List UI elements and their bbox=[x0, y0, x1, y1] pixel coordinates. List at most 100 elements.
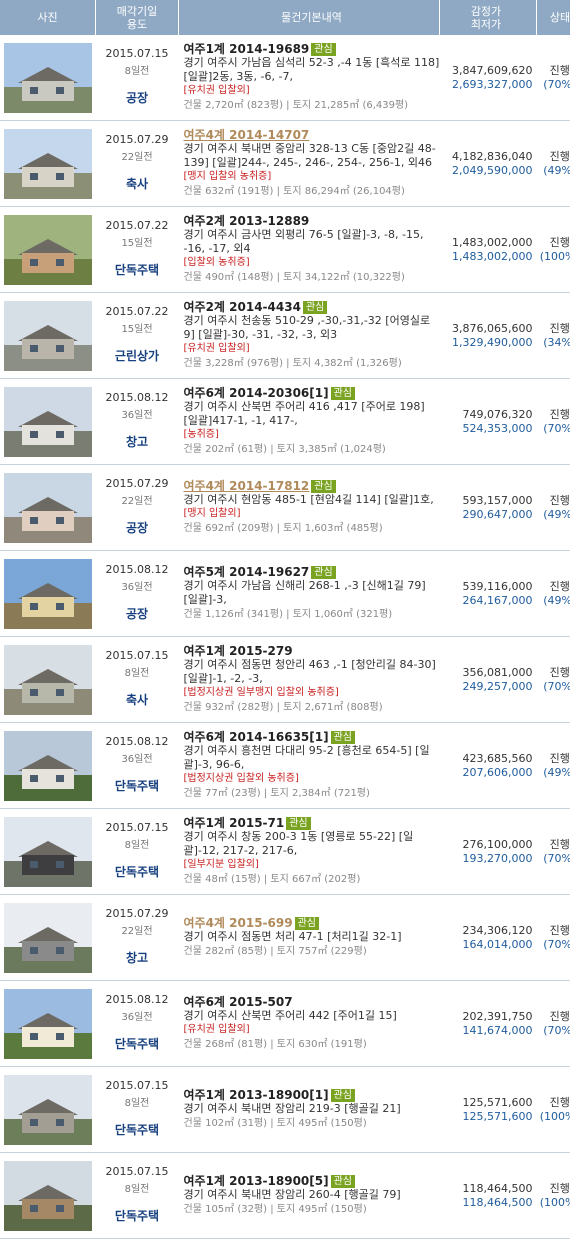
interest-badge[interactable]: 관심 bbox=[295, 917, 319, 930]
case-number-link[interactable]: 여주6계 2014-16635[1] bbox=[184, 730, 329, 744]
listing-row[interactable]: 2015.07.2922일전공장여주4계 2014-17812관심경기 여주시 … bbox=[0, 465, 570, 551]
interest-badge[interactable]: 관심 bbox=[331, 387, 355, 400]
property-photo[interactable] bbox=[4, 215, 92, 285]
photo-cell bbox=[0, 465, 96, 551]
case-number-link[interactable]: 여주1계 2013-18900[5] bbox=[184, 1174, 329, 1188]
minimum-price: 164,014,000 bbox=[440, 938, 533, 952]
info-cell: 여주2계 2013-12889경기 여주시 금사면 외평리 76-5 [일괄]-… bbox=[179, 207, 440, 293]
property-use: 근린상가 bbox=[96, 347, 179, 364]
case-number-link[interactable]: 여주1계 2014-19689 bbox=[184, 42, 310, 56]
status-label: 진행 bbox=[537, 1096, 570, 1110]
case-number-link[interactable]: 여주1계 2015-71 bbox=[184, 816, 285, 830]
listing-row[interactable]: 2015.08.1236일전공장여주5계 2014-19627관심경기 여주시 … bbox=[0, 551, 570, 637]
sale-date: 2015.07.29 bbox=[96, 907, 179, 920]
case-number-link[interactable]: 여주4계 2014-17812 bbox=[184, 479, 310, 493]
property-photo[interactable] bbox=[4, 989, 92, 1059]
status-label: 진행 bbox=[537, 666, 570, 680]
listing-row[interactable]: 2015.08.1236일전창고여주6계 2014-20306[1]관심경기 여… bbox=[0, 379, 570, 465]
sale-date: 2015.08.12 bbox=[96, 391, 179, 404]
minimum-price: 1,483,002,000 bbox=[440, 250, 533, 264]
case-number-link[interactable]: 여주6계 2014-20306[1] bbox=[184, 386, 329, 400]
property-photo[interactable] bbox=[4, 817, 92, 887]
price-cell: 118,464,500118,464,500 bbox=[440, 1153, 537, 1239]
days-remaining: 36일전 bbox=[96, 750, 179, 765]
sale-date: 2015.07.15 bbox=[96, 649, 179, 662]
listing-row[interactable]: 2015.07.2215일전단독주택여주2계 2013-12889경기 여주시 … bbox=[0, 207, 570, 293]
status-label: 진행 bbox=[537, 494, 570, 508]
date-cell: 2015.07.158일전단독주택 bbox=[96, 1153, 179, 1239]
property-photo[interactable] bbox=[4, 731, 92, 801]
property-photo[interactable] bbox=[4, 645, 92, 715]
interest-badge[interactable]: 관심 bbox=[311, 480, 335, 493]
special-notes: [법정지상권 입찰외 농취증] bbox=[184, 772, 440, 786]
appraisal-price: 234,306,120 bbox=[440, 924, 533, 938]
header-status: 상태 bbox=[537, 0, 570, 35]
property-photo[interactable] bbox=[4, 1075, 92, 1145]
listing-row[interactable]: 2015.07.158일전축사여주1계 2015-279경기 여주시 점동면 청… bbox=[0, 637, 570, 723]
price-cell: 276,100,000193,270,000 bbox=[440, 809, 537, 895]
appraisal-price: 539,116,000 bbox=[440, 580, 533, 594]
days-remaining: 8일전 bbox=[96, 1094, 179, 1109]
property-photo[interactable] bbox=[4, 559, 92, 629]
status-cell: 진행(49%) bbox=[537, 723, 570, 809]
property-photo[interactable] bbox=[4, 301, 92, 371]
info-cell: 여주6계 2015-507경기 여주시 산북면 주어리 442 [주어1길 15… bbox=[179, 981, 440, 1067]
property-photo[interactable] bbox=[4, 387, 92, 457]
case-number-link[interactable]: 여주5계 2014-19627 bbox=[184, 565, 310, 579]
property-photo[interactable] bbox=[4, 1161, 92, 1231]
case-number-link[interactable]: 여주1계 2015-279 bbox=[184, 644, 293, 658]
case-number-link[interactable]: 여주2계 2014-4434 bbox=[184, 300, 301, 314]
property-photo[interactable] bbox=[4, 43, 92, 113]
minimum-price: 264,167,000 bbox=[440, 594, 533, 608]
info-cell: 여주1계 2014-19689관심경기 여주시 가남읍 심석리 52-3 ,-4… bbox=[179, 35, 440, 121]
date-cell: 2015.08.1236일전창고 bbox=[96, 379, 179, 465]
interest-badge[interactable]: 관심 bbox=[303, 301, 327, 314]
listing-row[interactable]: 2015.08.1236일전단독주택여주6계 2015-507경기 여주시 산북… bbox=[0, 981, 570, 1067]
area-summary: 건물 268㎡ (81평) | 토지 630㎡ (191평) bbox=[184, 1037, 440, 1052]
price-ratio: (70%) bbox=[537, 78, 570, 92]
listing-row[interactable]: 2015.07.158일전단독주택여주1계 2013-18900[1]관심경기 … bbox=[0, 1067, 570, 1153]
price-ratio: (100%) bbox=[537, 250, 570, 264]
listing-row[interactable]: 2015.07.2922일전창고여주4계 2015-699관심경기 여주시 점동… bbox=[0, 895, 570, 981]
info-cell: 여주1계 2013-18900[5]관심경기 여주시 북내면 장암리 260-4… bbox=[179, 1153, 440, 1239]
minimum-price: 207,606,000 bbox=[440, 766, 533, 780]
status-label: 진행 bbox=[537, 1182, 570, 1196]
case-number-link[interactable]: 여주4계 2015-699 bbox=[184, 916, 293, 930]
interest-badge[interactable]: 관심 bbox=[311, 43, 335, 56]
date-cell: 2015.07.158일전공장 bbox=[96, 35, 179, 121]
case-number-link[interactable]: 여주6계 2015-507 bbox=[184, 995, 293, 1009]
listing-row[interactable]: 2015.07.2922일전축사여주4계 2014-14707경기 여주시 북내… bbox=[0, 121, 570, 207]
property-photo[interactable] bbox=[4, 473, 92, 543]
interest-badge[interactable]: 관심 bbox=[331, 1089, 355, 1102]
header-price[interactable]: 감정가최저가 bbox=[440, 0, 537, 35]
listing-row[interactable]: 2015.07.158일전단독주택여주1계 2015-71관심경기 여주시 창동… bbox=[0, 809, 570, 895]
property-use: 공장 bbox=[96, 519, 179, 536]
interest-badge[interactable]: 관심 bbox=[311, 566, 335, 579]
sale-date: 2015.07.29 bbox=[96, 133, 179, 146]
status-cell: 진행(70%) bbox=[537, 637, 570, 723]
photo-cell bbox=[0, 723, 96, 809]
property-photo[interactable] bbox=[4, 129, 92, 199]
property-use: 창고 bbox=[96, 949, 179, 966]
property-photo[interactable] bbox=[4, 903, 92, 973]
header-photo: 사진 bbox=[0, 0, 96, 35]
sale-date: 2015.07.15 bbox=[96, 821, 179, 834]
interest-badge[interactable]: 관심 bbox=[286, 817, 310, 830]
listing-row[interactable]: 2015.07.158일전단독주택여주1계 2013-18900[5]관심경기 … bbox=[0, 1153, 570, 1239]
status-label: 진행 bbox=[537, 150, 570, 164]
case-number-link[interactable]: 여주1계 2013-18900[1] bbox=[184, 1088, 329, 1102]
listing-row[interactable]: 2015.07.158일전공장여주1계 2014-19689관심경기 여주시 가… bbox=[0, 35, 570, 121]
listing-row[interactable]: 2015.08.1236일전단독주택여주6계 2014-16635[1]관심경기… bbox=[0, 723, 570, 809]
interest-badge[interactable]: 관심 bbox=[331, 1175, 355, 1188]
area-summary: 건물 77㎡ (23평) | 토지 2,384㎡ (721평) bbox=[184, 786, 440, 801]
case-number-link[interactable]: 여주4계 2014-14707 bbox=[184, 128, 310, 142]
appraisal-price: 4,182,836,040 bbox=[440, 150, 533, 164]
listing-row[interactable]: 2015.07.2215일전근린상가여주2계 2014-4434관심경기 여주시… bbox=[0, 293, 570, 379]
info-cell: 여주4계 2015-699관심경기 여주시 점동면 처리 47-1 [처리1길 … bbox=[179, 895, 440, 981]
interest-badge[interactable]: 관심 bbox=[331, 731, 355, 744]
appraisal-price: 593,157,000 bbox=[440, 494, 533, 508]
case-number-link[interactable]: 여주2계 2013-12889 bbox=[184, 214, 310, 228]
header-date-use[interactable]: 매각기일용도 bbox=[96, 0, 179, 35]
photo-cell bbox=[0, 981, 96, 1067]
date-cell: 2015.08.1236일전공장 bbox=[96, 551, 179, 637]
